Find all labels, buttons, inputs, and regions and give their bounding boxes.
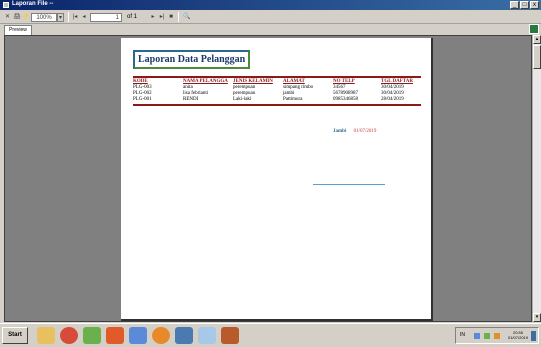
minimize-button[interactable]: _ (510, 1, 519, 9)
taskbar: Start IN 20:55 01/07/2019 (0, 323, 541, 347)
zoom-select[interactable]: 100% (31, 13, 57, 22)
volume-icon[interactable] (484, 333, 490, 339)
prev-page-icon[interactable]: ◂ (81, 13, 87, 22)
report-viewport[interactable]: Laporan Data Pelanggan KODE NAMA PELANGG… (4, 35, 532, 322)
scroll-down-icon[interactable]: ▾ (533, 313, 541, 322)
chrome-icon[interactable] (60, 327, 78, 344)
notepad-icon[interactable] (83, 327, 101, 344)
zoom-dropdown-icon[interactable]: ▾ (57, 13, 64, 22)
language-indicator[interactable]: IN (460, 332, 465, 338)
header-top-rule (133, 76, 421, 78)
window-controls: _ □ x (510, 1, 539, 9)
table-cell: Pattimura (283, 97, 303, 102)
clock[interactable]: 20:55 01/07/2019 (508, 330, 528, 340)
stop-icon[interactable]: ■ (168, 13, 174, 22)
tab-bar: Preview (0, 24, 541, 35)
window-title: Laporan File -- (12, 1, 54, 7)
place-label: Jambi (333, 129, 347, 134)
start-button[interactable]: Start (2, 327, 28, 344)
page-current: 1 (115, 15, 119, 21)
media-icon[interactable] (106, 327, 124, 344)
page-of-label: of 1 (126, 14, 137, 20)
signature-date: Jambi 01/07/2019 (333, 129, 376, 134)
signature-line (313, 184, 385, 185)
calc-icon[interactable] (129, 327, 147, 344)
report-date: 01/07/2019 (353, 129, 377, 134)
table-cell: Laki-laki (233, 97, 252, 102)
start-label: Start (8, 332, 22, 338)
table-cell: 0985346858 (333, 97, 358, 102)
clock-date: 01/07/2019 (507, 335, 528, 340)
maximize-button[interactable]: □ (520, 1, 529, 9)
app-icon (3, 2, 9, 8)
title-bar: Laporan File -- _ □ x (0, 0, 541, 10)
report-page: Laporan Data Pelanggan KODE NAMA PELANGG… (121, 38, 433, 321)
next-page-icon[interactable]: ▸ (150, 13, 156, 22)
crystal-logo-icon[interactable] (529, 24, 539, 34)
game-icon[interactable] (221, 327, 239, 344)
report-title: Laporan Data Pelanggan (133, 50, 251, 69)
table-cell: PLG-001 (133, 97, 152, 102)
page-input[interactable]: 1 (90, 13, 122, 22)
scroll-up-icon[interactable]: ▴ (533, 35, 541, 44)
network-icon[interactable] (474, 333, 480, 339)
table-cell: RENDI (183, 97, 199, 102)
tab-preview[interactable]: Preview (4, 25, 32, 35)
close-report-icon[interactable]: ✕ (4, 13, 11, 22)
close-button[interactable]: x (530, 1, 539, 9)
scroll-thumb[interactable] (533, 45, 541, 69)
show-desktop-icon[interactable] (531, 331, 536, 341)
report-table: KODE NAMA PELANGGA JENIS KELAMIN ALAMAT … (133, 79, 421, 103)
table-row: PLG-001 RENDI Laki-laki Pattimura 098534… (133, 97, 421, 103)
battery-icon[interactable] (494, 333, 500, 339)
report-toolbar: ✕ 🖨 ⚡ 100% ▾ |◂ ◂ 1 of 1 ▸ ▸| ■ 🔍 (0, 10, 541, 24)
system-tray: IN 20:55 01/07/2019 (455, 327, 539, 344)
paint-icon[interactable] (198, 327, 216, 344)
export-icon[interactable]: ⚡ (22, 13, 30, 22)
table-cell: 28/04/2019 (381, 97, 404, 102)
print-icon[interactable]: 🖨 (13, 13, 21, 22)
search-icon[interactable]: 🔍 (183, 13, 191, 22)
firefox-icon[interactable] (152, 327, 170, 344)
last-page-icon[interactable]: ▸| (159, 13, 165, 22)
table-bottom-rule (133, 104, 421, 106)
zoom-value: 100% (36, 15, 52, 21)
vertical-scrollbar[interactable]: ▴ ▾ (532, 35, 541, 322)
first-page-icon[interactable]: |◂ (72, 13, 78, 22)
tool-icon[interactable] (175, 327, 193, 344)
folder-icon[interactable] (37, 327, 55, 344)
